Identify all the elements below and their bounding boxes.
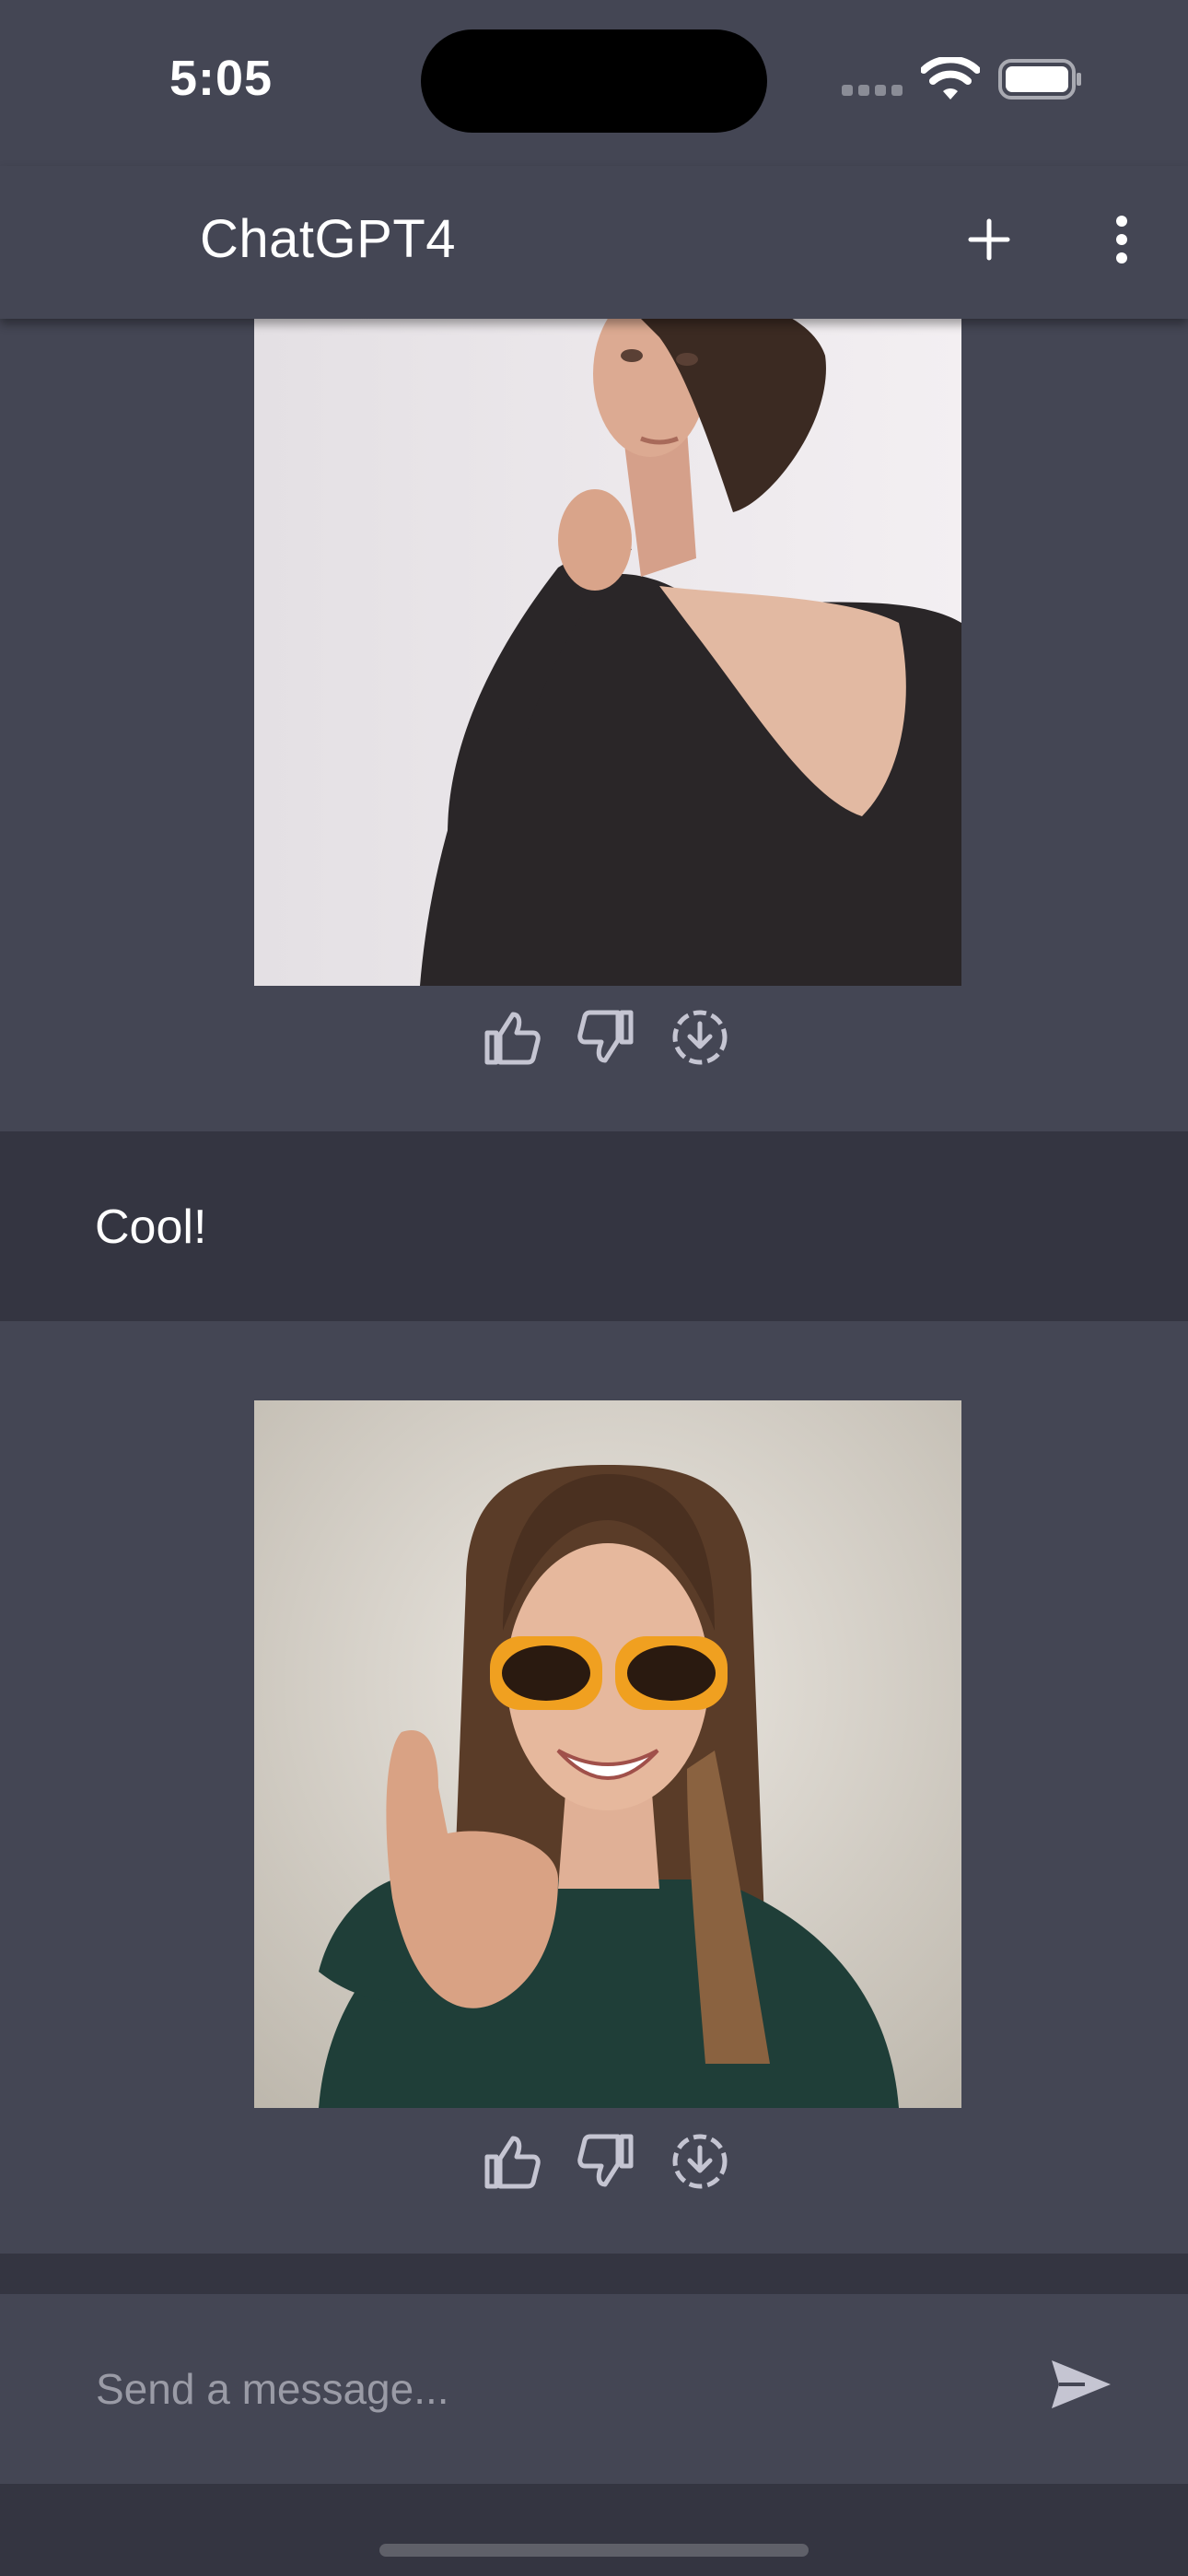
download-icon[interactable] [667, 2128, 733, 2195]
send-button[interactable] [1044, 2348, 1118, 2421]
plus-icon [968, 218, 1010, 261]
portrait-image [254, 1400, 961, 2108]
status-bar: 5:05 [0, 0, 1188, 166]
more-vertical-icon [1116, 216, 1127, 263]
user-message-text: Cool! [95, 1200, 207, 1254]
portrait-image [254, 319, 961, 986]
cellular-signal-icon [842, 77, 906, 96]
wifi-icon [921, 57, 980, 100]
generated-image-2[interactable] [254, 1400, 961, 2108]
generated-image-1[interactable] [254, 319, 961, 986]
new-chat-button[interactable] [961, 203, 1017, 276]
thumbs-down-icon[interactable] [573, 2128, 639, 2195]
assistant-message-2 [0, 1321, 1188, 2254]
thumbs-up-icon[interactable] [479, 1004, 545, 1071]
message-actions-1 [479, 1004, 733, 1071]
download-icon[interactable] [667, 1004, 733, 1071]
assistant-message-1 [0, 319, 1188, 1131]
app-title: ChatGPT4 [200, 209, 456, 269]
message-input[interactable] [96, 2349, 980, 2429]
message-composer [0, 2294, 1188, 2484]
dynamic-island [421, 29, 767, 133]
battery-icon [998, 59, 1081, 100]
user-message: Cool! [0, 1131, 1188, 1321]
message-actions-2 [479, 2128, 733, 2195]
thumbs-up-icon[interactable] [479, 2128, 545, 2195]
divider [0, 2254, 1188, 2294]
home-indicator[interactable] [379, 2544, 809, 2557]
bottom-safe-area [0, 2484, 1188, 2576]
more-options-button[interactable] [1101, 203, 1142, 276]
send-icon [1052, 2360, 1111, 2408]
thumbs-down-icon[interactable] [573, 1004, 639, 1071]
app-header: ChatGPT4 [0, 166, 1188, 319]
status-time: 5:05 [169, 51, 274, 106]
